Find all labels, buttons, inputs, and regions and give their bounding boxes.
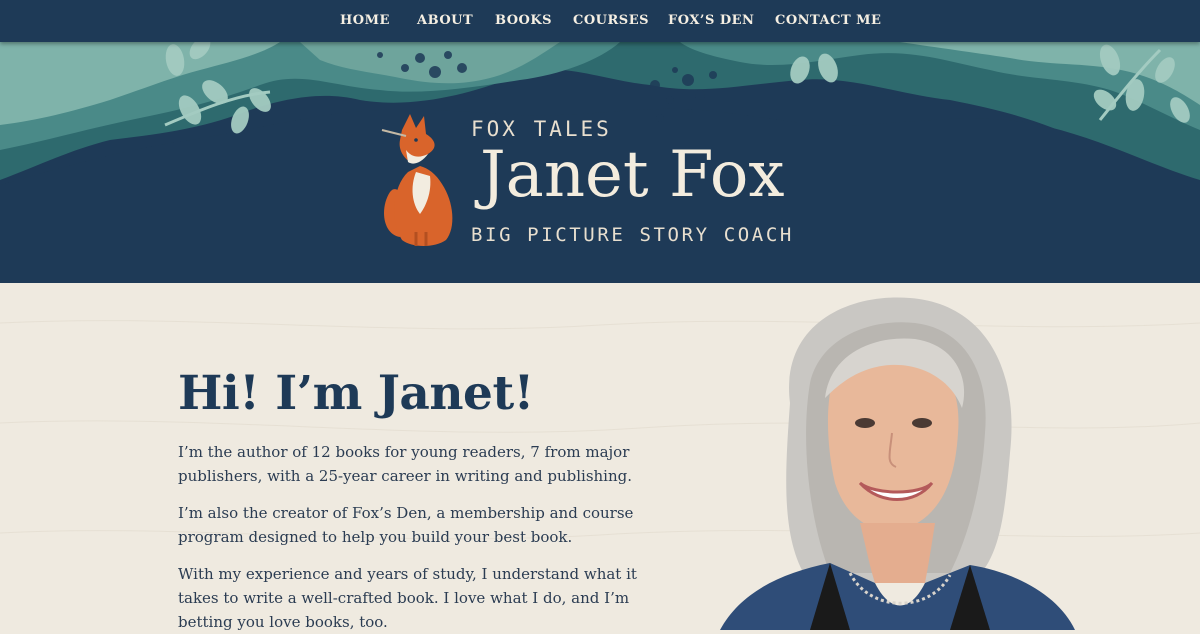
nav-books[interactable]: BOOKS (495, 13, 552, 28)
nav-about[interactable]: ABOUT (417, 13, 473, 28)
fox-logo-icon (381, 114, 453, 246)
intro-section: Hi! I’m Janet! I’m the author of 12 book… (0, 283, 1200, 631)
intro-paragraph-1: I’m the author of 12 books for young rea… (178, 443, 633, 485)
nav-home[interactable]: HOME (340, 13, 390, 28)
brand-name: Janet Fox (480, 138, 785, 212)
top-navigation: HOME ABOUT BOOKS COURSES FOX’S DEN CONTA… (0, 0, 1200, 42)
intro-paragraph-2: I’m also the creator of Fox’s Den, a mem… (178, 504, 634, 546)
author-portrait (720, 297, 1075, 630)
intro-paragraph-3: With my experience and years of study, I… (178, 565, 637, 631)
nav-contact-me[interactable]: CONTACT ME (775, 13, 881, 28)
nav-courses[interactable]: COURSES (573, 13, 649, 28)
intro-heading: Hi! I’m Janet! (178, 366, 534, 421)
brand-tagline: BIG PICTURE STORY COACH (471, 224, 794, 246)
nav-foxs-den[interactable]: FOX’S DEN (668, 13, 754, 28)
